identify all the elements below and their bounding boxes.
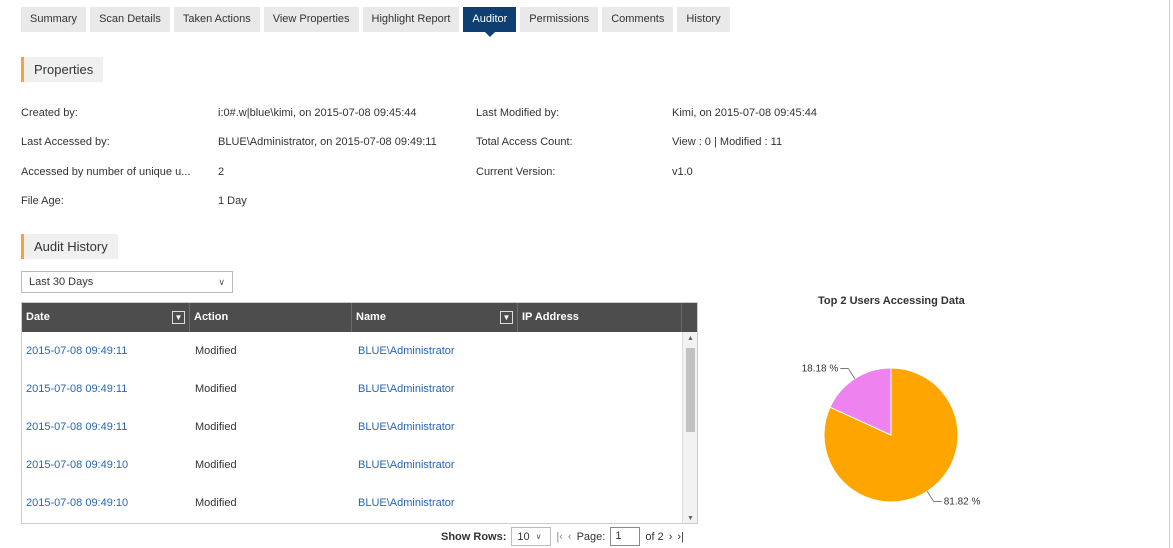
date-range-dropdown[interactable]: Last 30 Days ∨ (21, 271, 233, 293)
pie-chart: 81.82 % 18.18 % (802, 364, 980, 508)
column-header-action[interactable]: Action (190, 303, 352, 332)
unique-users-value: 2 (218, 166, 225, 178)
name-filter-icon[interactable]: ▼ (500, 311, 513, 324)
total-access-count-value: View : 0 | Modified : 11 (672, 136, 783, 148)
pager: Show Rows: 10 ∨ |‹ ‹ Page: 1 of 2 › ›| (441, 527, 684, 546)
first-page-icon[interactable]: |‹ (556, 531, 563, 543)
tab-scan-details[interactable]: Scan Details (90, 7, 170, 32)
properties-header-label: Properties (34, 62, 94, 77)
date-filter-icon[interactable]: ▼ (172, 311, 185, 324)
row-name-link[interactable]: BLUE\Administrator (358, 408, 455, 446)
date-range-selected: Last 30 Days (29, 276, 94, 288)
audit-grid: Date ▼ Action Name ▼ IP Address 2015-07-… (21, 302, 698, 524)
row-action: Modified (195, 345, 237, 357)
rows-per-page-select[interactable]: 10 ∨ (511, 527, 552, 546)
pie-slice-label: 18.18 % (802, 364, 839, 375)
chevron-down-icon: ∨ (535, 532, 542, 541)
grid-header: Date ▼ Action Name ▼ IP Address (22, 303, 697, 332)
row-date-link[interactable]: 2015-07-08 09:49:10 (26, 446, 128, 484)
chart-title: Top 2 Users Accessing Data (818, 295, 965, 307)
pie-slice-label: 81.82 % (944, 496, 980, 507)
row-action: Modified (195, 421, 237, 433)
column-header-ip[interactable]: IP Address (518, 303, 682, 332)
last-accessed-by-value: BLUE\Administrator, on 2015-07-08 09:49:… (218, 136, 437, 148)
total-access-count-label: Total Access Count: (476, 136, 573, 148)
tab-history[interactable]: History (677, 7, 730, 32)
row-name-link[interactable]: BLUE\Administrator (358, 446, 455, 484)
column-date-label: Date (26, 311, 50, 323)
table-row[interactable]: 2015-07-08 09:49:11 Modified BLUE\Administ… (22, 332, 683, 370)
file-age-value: 1 Day (218, 195, 247, 207)
audit-history-section-header: Audit History (21, 234, 118, 259)
table-row[interactable]: 2015-07-08 09:49:11 Modified BLUE\Administ… (22, 408, 683, 446)
column-ip-label: IP Address (522, 311, 579, 323)
last-modified-by-value: Kimi, on 2015-07-08 09:45:44 (672, 107, 817, 119)
tab-taken-actions[interactable]: Taken Actions (173, 7, 260, 32)
pie-label-leader (840, 368, 856, 379)
last-modified-by-label: Last Modified by: (476, 107, 560, 119)
column-action-label: Action (194, 311, 229, 323)
audit-history-header-label: Audit History (34, 239, 108, 254)
row-date-link[interactable]: 2015-07-08 09:49:11 (26, 370, 127, 408)
show-rows-label: Show Rows: (441, 530, 507, 543)
column-header-date[interactable]: Date (22, 303, 190, 332)
table-row[interactable]: 2015-07-08 09:49:11 Modified BLUE\Administ… (22, 370, 683, 408)
row-date-link[interactable]: 2015-07-08 09:49:11 (26, 332, 127, 370)
row-name-link[interactable]: BLUE\Administrator (358, 332, 455, 370)
chevron-down-icon: ∨ (218, 276, 225, 287)
panel-divider (1169, 0, 1170, 548)
column-name-label: Name (356, 311, 386, 323)
next-page-icon[interactable]: › (669, 531, 673, 543)
row-action: Modified (195, 383, 237, 395)
file-age-label: File Age: (21, 195, 64, 207)
tab-bar: Summary Scan Details Taken Actions View Pro… (21, 7, 730, 37)
page-number-input[interactable]: 1 (610, 527, 641, 546)
last-accessed-by-label: Last Accessed by: (21, 136, 110, 148)
tab-highlight-report[interactable]: Highlight Report (362, 7, 460, 32)
row-date-link[interactable]: 2015-07-08 09:49:10 (26, 484, 128, 522)
tab-summary[interactable]: Summary (21, 7, 87, 32)
rows-per-page-value: 10 (517, 530, 530, 543)
pie-label-leader (926, 491, 942, 502)
scroll-up-icon[interactable]: ▲ (683, 335, 697, 342)
grid-scrollbar[interactable]: ▲ ▼ (682, 332, 697, 523)
table-row[interactable]: 2015-07-08 09:49:10 Modified BLUE\Administ… (22, 484, 683, 522)
tab-auditor[interactable]: Auditor (463, 7, 517, 37)
prev-page-icon[interactable]: ‹ (568, 531, 572, 543)
grid-body: 2015-07-08 09:49:11 Modified BLUE\Administ… (22, 332, 683, 522)
row-action: Modified (195, 497, 237, 509)
current-version-value: v1.0 (672, 166, 693, 178)
properties-section-header: Properties (21, 57, 104, 82)
row-date-link[interactable]: 2015-07-08 09:49:11 (26, 408, 127, 446)
created-by-label: Created by: (21, 107, 78, 119)
column-header-name[interactable]: Name (352, 303, 518, 332)
current-version-label: Current Version: (476, 166, 556, 178)
row-name-link[interactable]: BLUE\Administrator (358, 484, 455, 522)
scroll-thumb[interactable] (686, 348, 695, 432)
scroll-down-icon[interactable]: ▼ (683, 515, 697, 522)
created-by-value: i:0#.w|blue\kimi, on 2015-07-08 09:45:44 (218, 107, 417, 119)
tab-permissions[interactable]: Permissions (520, 7, 599, 32)
tab-comments[interactable]: Comments (602, 7, 674, 32)
unique-users-label: Accessed by number of unique u... (21, 166, 191, 178)
tab-view-properties[interactable]: View Properties (263, 7, 359, 32)
table-row[interactable]: 2015-07-08 09:49:10 Modified BLUE\Administ… (22, 446, 683, 484)
last-page-icon[interactable]: ›| (677, 531, 684, 543)
row-action: Modified (195, 459, 237, 471)
page-of-label: of 2 (645, 530, 664, 543)
row-name-link[interactable]: BLUE\Administrator (358, 370, 455, 408)
page-label: Page: (576, 530, 606, 543)
